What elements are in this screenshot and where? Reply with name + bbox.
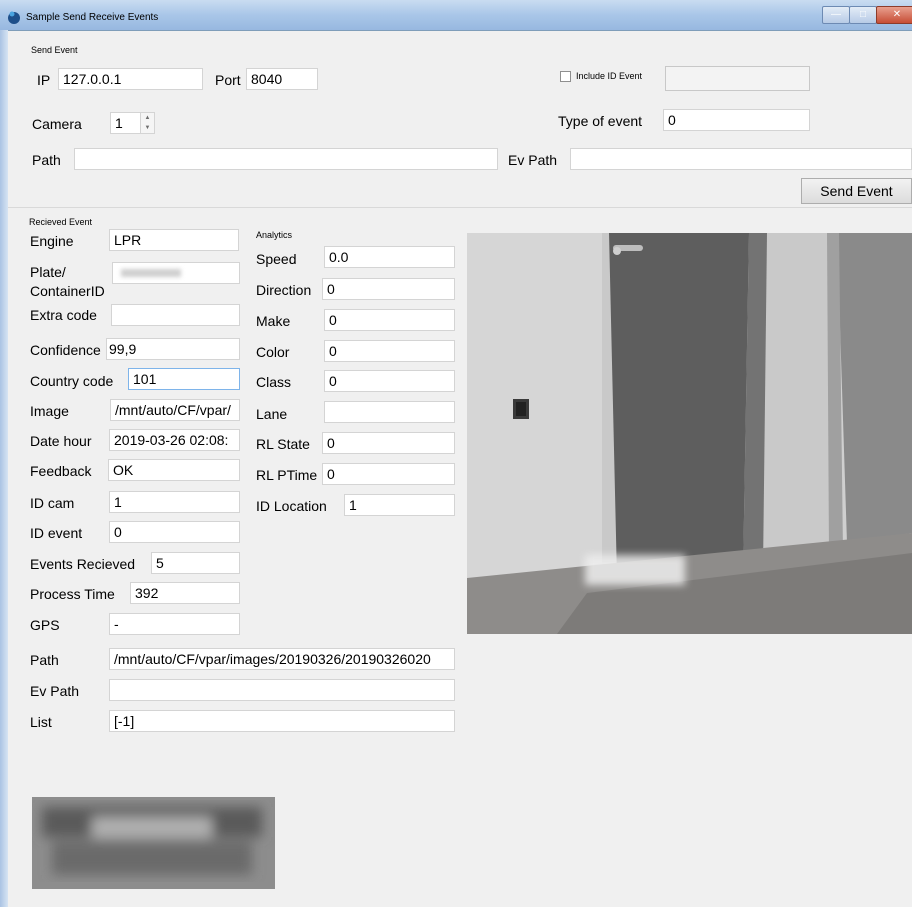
rl-ptime-input[interactable]: 0 (322, 463, 455, 485)
close-button[interactable]: ✕ (876, 6, 912, 24)
country-code-input[interactable]: 101 (128, 368, 240, 390)
received-ev-path-label: Ev Path (30, 683, 80, 699)
send-path-input[interactable] (74, 148, 498, 170)
image-input[interactable]: /mnt/auto/CF/vpar/ (110, 399, 240, 421)
app-icon (8, 11, 20, 24)
process-time-label: Process Time (30, 586, 115, 602)
id-cam-label: ID cam (30, 495, 75, 511)
include-id-event-input[interactable] (665, 66, 810, 91)
window-title: Sample Send Receive Events (26, 12, 159, 23)
id-location-input[interactable]: 1 (344, 494, 455, 516)
engine-label: Engine (30, 233, 74, 249)
list-label: List (30, 714, 52, 730)
minimize-icon: — (831, 9, 841, 20)
minimize-button[interactable]: — (822, 6, 850, 24)
events-received-input[interactable]: 5 (151, 552, 240, 574)
title-bar[interactable]: Sample Send Receive Events — □ ✕ (0, 0, 912, 31)
window-controls: — □ ✕ (822, 6, 912, 24)
received-ev-path-input[interactable] (109, 679, 455, 701)
ip-input[interactable]: 127.0.0.1 (58, 68, 203, 90)
received-path-input[interactable]: /mnt/auto/CF/vpar/images/20190326/201903… (109, 648, 455, 670)
send-ev-path-input[interactable] (570, 148, 912, 170)
spin-up-icon[interactable]: ▲ (141, 113, 154, 123)
window-left-border (0, 30, 8, 907)
main-window: Sample Send Receive Events — □ ✕ Send Ev… (0, 0, 912, 907)
plate-input[interactable] (112, 262, 240, 284)
type-of-event-label: Type of event (558, 113, 643, 129)
id-location-label: ID Location (256, 498, 327, 514)
id-event-input[interactable]: 0 (109, 521, 240, 543)
type-of-event-input[interactable]: 0 (663, 109, 810, 131)
class-label: Class (256, 374, 292, 390)
class-input[interactable]: 0 (324, 370, 455, 392)
received-path-label: Path (30, 652, 59, 668)
engine-input[interactable]: LPR (109, 229, 239, 251)
port-label: Port (215, 72, 241, 88)
camera-label: Camera (32, 116, 82, 132)
rl-ptime-label: RL PTime (256, 467, 318, 483)
event-image (467, 233, 912, 634)
make-input[interactable]: 0 (324, 309, 455, 331)
send-event-group-label: Send Event (31, 45, 78, 55)
extra-code-input[interactable] (111, 304, 240, 326)
plate-value-redacted (121, 269, 181, 277)
gps-label: GPS (30, 617, 60, 633)
extra-code-label: Extra code (30, 307, 97, 323)
received-event-group-label: Recieved Event (29, 217, 93, 227)
color-label: Color (256, 344, 290, 360)
rl-state-label: RL State (256, 436, 310, 452)
rl-state-input[interactable]: 0 (322, 432, 455, 454)
container-id-label: ContainerID (30, 283, 105, 299)
image-label: Image (30, 403, 69, 419)
list-input[interactable]: [-1] (109, 710, 455, 732)
gps-input[interactable]: - (109, 613, 240, 635)
feedback-label: Feedback (30, 463, 92, 479)
speed-label: Speed (256, 251, 297, 267)
make-label: Make (256, 313, 291, 329)
confidence-input[interactable]: 99,9 (106, 338, 240, 360)
maximize-button[interactable]: □ (849, 6, 877, 24)
direction-input[interactable]: 0 (322, 278, 455, 300)
spin-down-icon[interactable]: ▼ (141, 123, 154, 133)
speed-input[interactable]: 0.0 (324, 246, 455, 268)
plate-crop-blurred (32, 797, 275, 889)
include-id-event-label: Include ID Event (576, 71, 643, 81)
analytics-group-label: Analytics (256, 230, 293, 240)
color-input[interactable]: 0 (324, 340, 455, 362)
id-event-label: ID event (30, 525, 83, 541)
send-ev-path-label: Ev Path (508, 152, 558, 168)
close-icon: ✕ (892, 9, 902, 20)
country-code-label: Country code (30, 373, 114, 389)
maximize-icon: □ (859, 9, 867, 20)
lane-input[interactable] (324, 401, 455, 423)
camera-spinner[interactable]: ▲ ▼ (140, 112, 155, 134)
send-path-label: Path (32, 152, 61, 168)
include-id-event-checkbox[interactable] (560, 71, 571, 82)
lane-label: Lane (256, 406, 288, 422)
port-input[interactable]: 8040 (246, 68, 318, 90)
camera-input[interactable]: 1 (110, 112, 141, 134)
plate-crop-image (32, 797, 275, 889)
events-received-label: Events Recieved (30, 556, 136, 572)
date-hour-input[interactable]: 2019-03-26 02:08: (109, 429, 240, 451)
ip-label: IP (37, 72, 51, 88)
date-hour-label: Date hour (30, 433, 92, 449)
process-time-input[interactable]: 392 (130, 582, 240, 604)
send-event-button[interactable]: Send Event (801, 178, 912, 204)
confidence-label: Confidence (30, 342, 101, 358)
feedback-input[interactable]: OK (108, 459, 240, 481)
door-scene-image (467, 233, 912, 634)
plate-label: Plate/ (30, 264, 66, 280)
direction-label: Direction (256, 282, 312, 298)
id-cam-input[interactable]: 1 (109, 491, 240, 513)
group-separator (8, 207, 912, 208)
